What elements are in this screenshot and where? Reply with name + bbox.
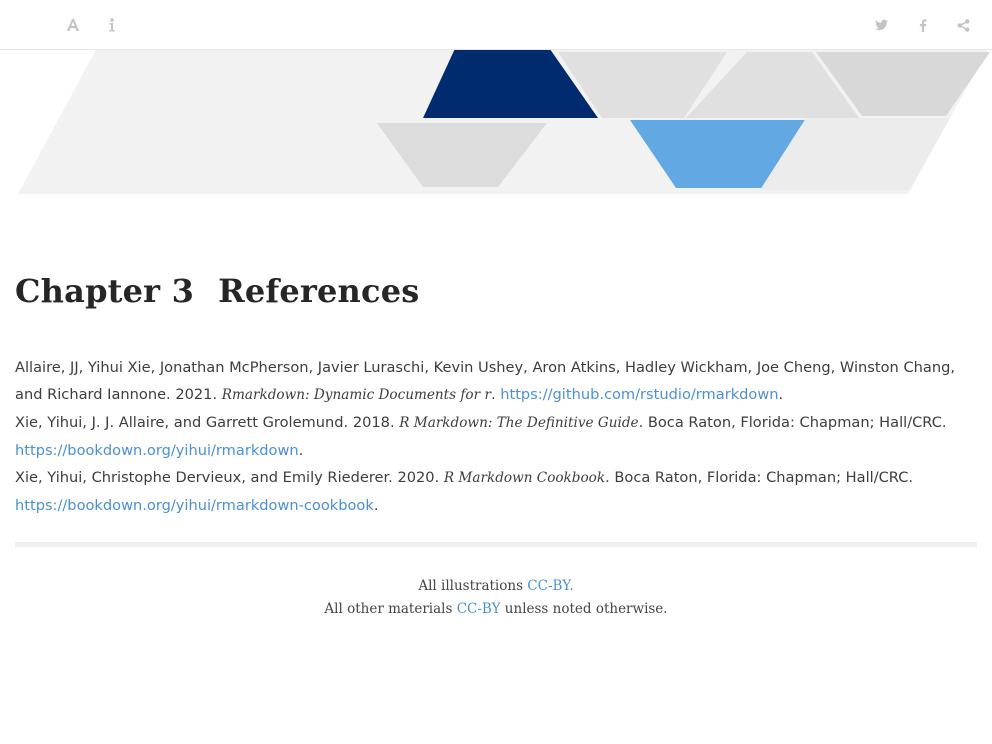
twitter-icon bbox=[874, 19, 888, 31]
info-icon bbox=[109, 18, 115, 32]
book-toolbar bbox=[0, 0, 992, 50]
page-footer: All illustrations CC-BY. All other mater… bbox=[0, 575, 992, 621]
chapter-number: Chapter 3 bbox=[15, 272, 195, 310]
chapter-name: References bbox=[218, 272, 420, 310]
reference-authors: Xie, Yihui, J. J. Allaire, and Garrett G… bbox=[15, 414, 400, 431]
reference-end: . bbox=[778, 386, 784, 403]
reference-title: Rmarkdown: Dynamic Documents for r bbox=[221, 387, 491, 403]
reference-end: . bbox=[298, 442, 304, 459]
reference-end: . bbox=[373, 497, 379, 514]
share-button[interactable] bbox=[950, 12, 976, 38]
reference-entry: Allaire, JJ, Yihui Xie, Jonathan McPhers… bbox=[15, 354, 977, 409]
reference-publisher: . Boca Raton, Florida: Chapman; Hall/CRC… bbox=[605, 469, 914, 486]
footer-materials-suffix: unless noted otherwise. bbox=[500, 601, 668, 617]
section-divider bbox=[15, 542, 977, 547]
facebook-icon bbox=[919, 18, 927, 32]
reference-link[interactable]: https://bookdown.org/yihui/rmarkdown-coo… bbox=[15, 497, 374, 514]
footer-materials-text: All other materials bbox=[324, 601, 457, 617]
reference-link[interactable]: https://github.com/rstudio/rmarkdown bbox=[500, 386, 778, 403]
footer-illustrations-line: All illustrations CC-BY. bbox=[0, 575, 992, 598]
reference-publisher: . Boca Raton, Florida: Chapman; Hall/CRC… bbox=[638, 414, 947, 431]
chapter-title: Chapter 3 References bbox=[15, 272, 419, 310]
reference-authors: Xie, Yihui, Christophe Dervieux, and Emi… bbox=[15, 469, 444, 486]
footer-illustrations-text: All illustrations bbox=[418, 578, 528, 594]
reference-publisher: . bbox=[490, 386, 501, 403]
info-button[interactable] bbox=[99, 12, 125, 38]
reference-title: R Markdown Cookbook bbox=[443, 470, 606, 486]
reference-link[interactable]: https://bookdown.org/yihui/rmarkdown bbox=[15, 442, 299, 459]
reference-entry: Xie, Yihui, J. J. Allaire, and Garrett G… bbox=[15, 409, 977, 464]
footer-materials-line: All other materials CC-BY unless noted o… bbox=[0, 598, 992, 621]
twitter-button[interactable] bbox=[868, 12, 894, 38]
reference-entry: Xie, Yihui, Christophe Dervieux, and Emi… bbox=[15, 464, 977, 519]
font-settings-button[interactable] bbox=[60, 12, 86, 38]
reference-title: R Markdown: The Definitive Guide bbox=[399, 415, 639, 431]
facebook-button[interactable] bbox=[910, 12, 936, 38]
cc-by-materials-link[interactable]: CC-BY bbox=[457, 601, 501, 617]
reference-list: Allaire, JJ, Yihui Xie, Jonathan McPhers… bbox=[15, 354, 977, 519]
cc-by-illustrations-link[interactable]: CC-BY. bbox=[527, 578, 573, 594]
font-settings-icon bbox=[67, 19, 79, 31]
share-icon bbox=[957, 18, 969, 32]
